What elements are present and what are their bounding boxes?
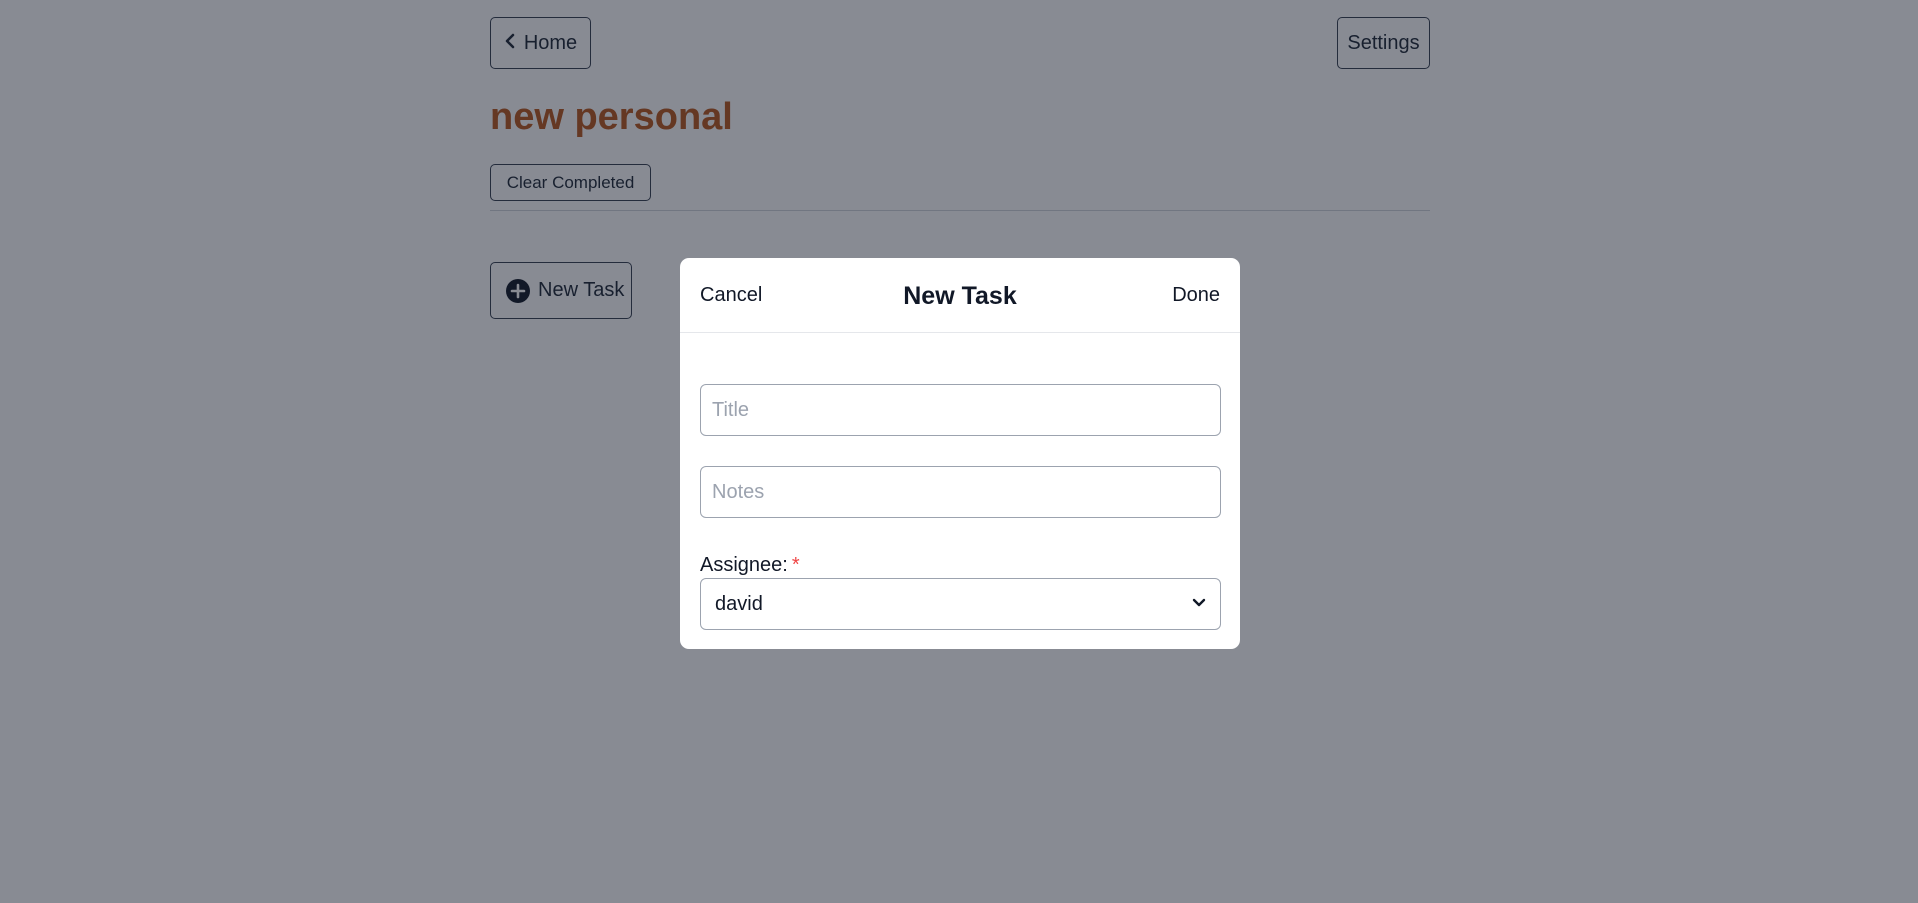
title-input[interactable]: [700, 384, 1221, 436]
dialog-title: New Task: [903, 282, 1017, 310]
assignee-select[interactable]: david: [700, 578, 1221, 630]
assignee-label: Assignee: *: [700, 554, 800, 577]
done-button[interactable]: Done: [1172, 284, 1220, 307]
notes-input[interactable]: [700, 466, 1221, 518]
chevron-down-icon: [1192, 595, 1206, 613]
assignee-selected-value: david: [715, 592, 763, 615]
required-marker: *: [791, 554, 800, 576]
assignee-label-text: Assignee:: [700, 554, 788, 576]
new-task-dialog: Cancel New Task Done Assignee:* david: [680, 258, 1240, 649]
dialog-header: Cancel New Task Done: [680, 258, 1240, 333]
